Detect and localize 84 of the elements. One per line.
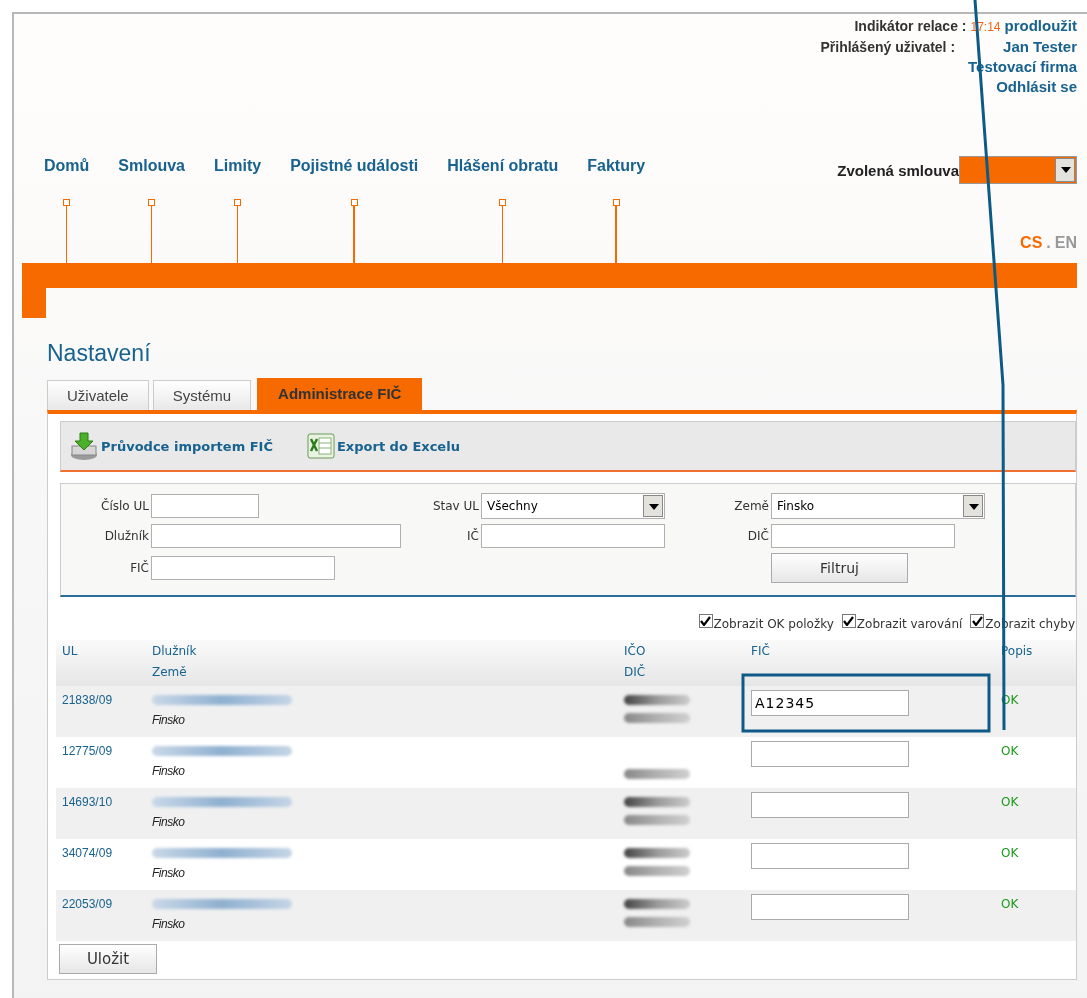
nav-stem (236, 206, 239, 265)
filter-select[interactable]: Všechny (481, 493, 665, 519)
fic-input[interactable] (751, 894, 909, 920)
filter-button[interactable]: Filtruj (771, 553, 908, 583)
toolbar-link[interactable]: Export do Excelu (336, 438, 460, 454)
user-name-link[interactable]: Jan Tester (1003, 37, 1077, 57)
nav-link[interactable]: Domů (44, 155, 90, 177)
fic-input[interactable] (751, 741, 909, 767)
country-cell-text: Finsko (152, 764, 186, 778)
fic-input[interactable] (751, 792, 909, 818)
filter-input[interactable] (481, 524, 665, 548)
ul-number-link[interactable]: 14693/10 (62, 795, 113, 809)
contract-label: Zvolená smlouva (837, 161, 959, 179)
toolbar-link[interactable]: Průvodce importem FIČ (101, 438, 273, 454)
nav-marker (612, 199, 620, 206)
nav-marker (350, 199, 358, 206)
column-header: IČO (624, 642, 647, 660)
checkbox[interactable] (698, 614, 713, 628)
nav-marker (234, 199, 242, 206)
checkmark-icon (971, 616, 983, 626)
nav-stem (615, 206, 617, 265)
ul-number-link[interactable]: 34074/09 (62, 846, 113, 860)
session-label: Indikátor relace : (854, 17, 967, 36)
tab[interactable]: Uživatele (47, 380, 149, 410)
filter-input[interactable] (151, 556, 335, 580)
checkbox[interactable] (841, 614, 856, 628)
checkmark-icon (700, 616, 712, 626)
nav-link[interactable]: Smlouva (118, 155, 185, 177)
filter-label: Země (733, 499, 770, 513)
save-button[interactable]: Uložit (59, 944, 157, 974)
ul-number-link[interactable]: 22053/09 (62, 897, 113, 911)
nav-marker (499, 199, 507, 206)
column-header: DIČ (624, 663, 647, 681)
column-header: UL (62, 643, 79, 660)
nav-link[interactable]: Faktury (587, 155, 646, 177)
header-bar-leg (22, 288, 46, 318)
filter-label: IČ (466, 529, 480, 543)
logout-link[interactable]: Odhlásit se (996, 76, 1077, 97)
checkbox[interactable] (970, 614, 985, 628)
contract-select[interactable] (959, 156, 1077, 184)
filter-label: Dlužník (103, 529, 150, 543)
checkmark-icon (843, 616, 855, 626)
filter-input[interactable] (771, 524, 955, 548)
status-text: OK (1001, 897, 1019, 911)
filter-label: Stav UL (431, 499, 480, 513)
country-cell-text: Finsko (152, 815, 186, 829)
nav-stem (501, 206, 504, 265)
column-header: Dlužník (152, 643, 198, 660)
country-cell-text: Finsko (152, 866, 186, 880)
fic-input[interactable] (751, 843, 909, 869)
fic-input[interactable]: A12345 (751, 690, 909, 716)
filter-input[interactable] (151, 494, 259, 518)
tab[interactable]: Systému (152, 380, 252, 410)
column-header: FIČ (751, 642, 771, 660)
filter-label: Číslo UL (100, 499, 150, 513)
nav-link[interactable]: Limity (214, 155, 262, 177)
checkbox-label: Zobrazit OK položky (713, 617, 834, 631)
ul-number-link[interactable]: 12775/09 (62, 744, 113, 758)
logged-user-label: Přihlášený uživatel : (820, 38, 956, 57)
nav-marker (63, 199, 71, 206)
spreadsheet-icon (306, 433, 335, 459)
extend-session-link[interactable]: prodloužit (1004, 16, 1077, 36)
nav-marker (148, 199, 156, 206)
tab[interactable]: Administrace FIČ (257, 378, 423, 410)
nav-stem (65, 206, 68, 265)
status-text: OK (1001, 846, 1019, 860)
nav-stem (353, 206, 355, 265)
country-cell-text: Finsko (152, 917, 186, 931)
checkbox-label: Zobrazit varování (856, 617, 963, 631)
nav-stem (150, 206, 153, 265)
nav-link[interactable]: Pojistné události (290, 155, 419, 177)
page-title: Nastavení (47, 339, 152, 368)
country-cell-text: Finsko (152, 713, 186, 727)
download-tray-icon (69, 431, 99, 461)
filter-input[interactable] (151, 524, 401, 548)
status-text: OK (1001, 795, 1019, 809)
filter-label: DIČ (746, 529, 770, 543)
status-text: OK (1001, 744, 1019, 758)
nav-link[interactable]: Hlášení obratu (447, 155, 559, 177)
ul-number-link[interactable]: 21838/09 (62, 693, 113, 707)
column-header: Země (152, 664, 188, 681)
language-separator: . (1046, 233, 1051, 253)
filter-label: FIČ (129, 561, 150, 575)
filter-select[interactable]: Finsko (771, 493, 985, 519)
